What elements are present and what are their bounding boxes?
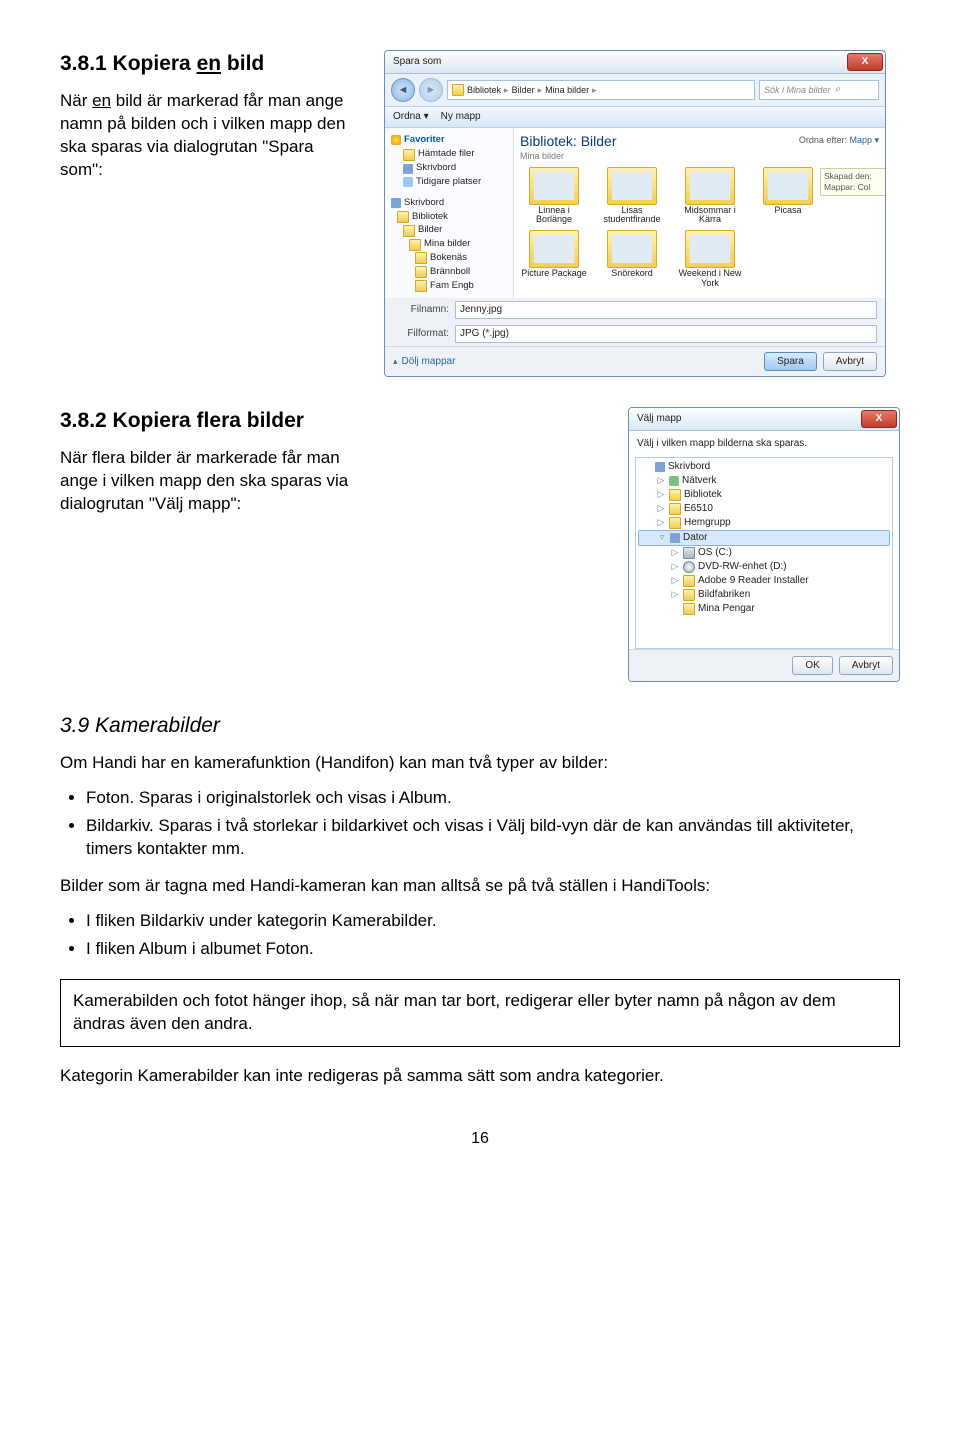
save-sidebar: Favoriter Hämtade filer Skrivbord Tidiga… [385,128,514,298]
tree-item[interactable]: ▷Bibliotek [638,488,890,502]
drive-icon [683,547,695,559]
folder-icon [669,517,681,529]
sidebar-item[interactable]: Skrivbord [391,197,509,210]
folder-icon [452,84,464,96]
list-item: I fliken Bildarkiv under kategorin Kamer… [86,910,900,933]
folder-icon [683,575,695,587]
tree-item[interactable]: Mina Pengar [638,602,890,616]
fileformat-dropdown[interactable]: JPG (*.jpg) [455,325,877,343]
picker-instruction: Välj i vilken mapp bilderna ska sparas. [637,437,891,451]
folder-item[interactable]: Weekend i New York [676,230,744,288]
ok-button[interactable]: OK [792,656,832,676]
tree-item[interactable]: Skrivbord [638,460,890,474]
net-icon [669,476,679,486]
nav-fwd-icon[interactable]: ► [419,78,443,102]
tree-item[interactable]: ▷Bildfabriken [638,588,890,602]
library-subtitle: Mina bilder [520,150,879,162]
folder-item[interactable]: Picture Package [520,230,588,288]
folder-item[interactable]: Linnea i Borlänge [520,167,588,225]
sidebar-item[interactable]: Bilder [403,224,509,237]
picker-title: Välj mapp [637,412,681,426]
folder-icon [607,167,657,205]
save-as-dialog: Spara som X ◄ ► Bibliotek▸ Bilder▸ Mina … [384,50,886,377]
save-dialog-title: Spara som [393,55,441,69]
tree-item[interactable]: ▷E6510 [638,502,890,516]
folder-icon [669,489,681,501]
sidebar-item[interactable]: Skrivbord [403,162,509,175]
desk-icon [670,533,680,543]
close-icon[interactable]: X [861,410,897,428]
folder-tree[interactable]: Skrivbord▷Nätverk▷Bibliotek▷E6510▷Hemgru… [635,457,893,649]
folder-item[interactable]: Lisas studentfirande [598,167,666,225]
tree-item[interactable]: ▷Adobe 9 Reader Installer [638,574,890,588]
search-icon: ⌕ [835,83,841,97]
h381-underline: en [197,52,222,75]
list-item: Bildarkiv. Sparas i två storlekar i bild… [86,815,900,861]
para-39-3: Kategorin Kamerabilder kan inte redigera… [60,1065,900,1088]
fileformat-label: Filformat: [393,327,449,341]
tree-item[interactable]: ▷OS (C:) [638,546,890,560]
new-folder-button[interactable]: Ny mapp [441,110,481,124]
folder-item[interactable]: Midsommar i Kärra [676,167,744,225]
bullet-list-2: I fliken Bildarkiv under kategorin Kamer… [86,910,900,961]
search-input[interactable]: Sök i Mina bilder ⌕ [759,80,879,100]
heading-39: 3.9 Kamerabilder [60,712,900,740]
dvd-icon [683,561,695,573]
note-box: Kamerabilden och fotot hänger ihop, så n… [60,979,900,1047]
desk-icon [655,462,665,472]
heading-382: 3.8.2 Kopiera flera bilder [60,407,360,435]
hide-folders-toggle[interactable]: ▴ Dölj mappar [393,355,455,369]
heading-381: 3.8.1 Kopiera en bild [60,50,360,78]
sidebar-item[interactable]: Hämtade filer [403,148,509,161]
h381-prefix: 3.8.1 Kopiera [60,52,197,75]
para-382: När flera bilder är markerade får man an… [60,447,360,516]
cancel-button[interactable]: Avbryt [823,352,877,372]
nav-back-icon[interactable]: ◄ [391,78,415,102]
folder-item[interactable]: Snörekord [598,230,666,288]
filename-label: Filnamn: [393,303,449,317]
sidebar-item[interactable]: Brännboll [415,266,509,279]
cancel-button[interactable]: Avbryt [839,656,893,676]
folder-icon [669,503,681,515]
list-item: I fliken Album i albumet Foton. [86,938,900,961]
h381-suffix: bild [221,52,264,75]
list-item: Foton. Sparas i originalstorlek och visa… [86,787,900,810]
organize-menu[interactable]: Ordna ▾ [393,110,429,124]
tree-item[interactable]: ▷Hemgrupp [638,516,890,530]
breadcrumb[interactable]: Bibliotek▸ Bilder▸ Mina bilder▸ [447,80,755,100]
folder-picker-dialog: Välj mapp X Välj i vilken mapp bilderna … [628,407,900,682]
folder-icon [685,167,735,205]
folder-icon [763,167,813,205]
tree-item[interactable]: ▷Nätverk [638,474,890,488]
sidebar-item[interactable]: Bokenäs [415,252,509,265]
folder-icon [607,230,657,268]
bullet-list-1: Foton. Sparas i originalstorlek och visa… [86,787,900,861]
folder-item[interactable]: Picasa [754,167,822,225]
info-pane: Skapad den: Mappar: Col [820,168,886,197]
close-icon[interactable]: X [847,53,883,71]
folder-icon [683,603,695,615]
star-icon [391,135,401,145]
folder-icon [683,589,695,601]
save-content: Bibliotek: Bilder Mina bilder Ordna efte… [514,128,885,298]
filename-input[interactable]: Jenny.jpg [455,301,877,319]
para-39-2: Bilder som är tagna med Handi-kameran ka… [60,875,900,898]
para-39-intro: Om Handi har en kamerafunktion (Handifon… [60,752,900,775]
sidebar-item[interactable]: Tidigare platser [403,176,509,189]
tree-item[interactable]: ▷DVD-RW-enhet (D:) [638,560,890,574]
folder-icon [529,167,579,205]
sidebar-item[interactable]: Mina bilder [409,238,509,251]
save-button[interactable]: Spara [764,352,817,372]
sidebar-item[interactable]: Bibliotek [397,211,509,224]
tree-item[interactable]: ▿Dator [638,530,890,546]
para-381: När en bild är markerad får man ange nam… [60,90,360,182]
chevron-up-icon: ▴ [393,355,398,367]
sidebar-item[interactable]: Fam Engb [415,280,509,293]
folder-icon [529,230,579,268]
page-number: 16 [60,1128,900,1150]
order-by-dropdown[interactable]: Mapp ▾ [849,135,879,145]
folder-icon [685,230,735,268]
